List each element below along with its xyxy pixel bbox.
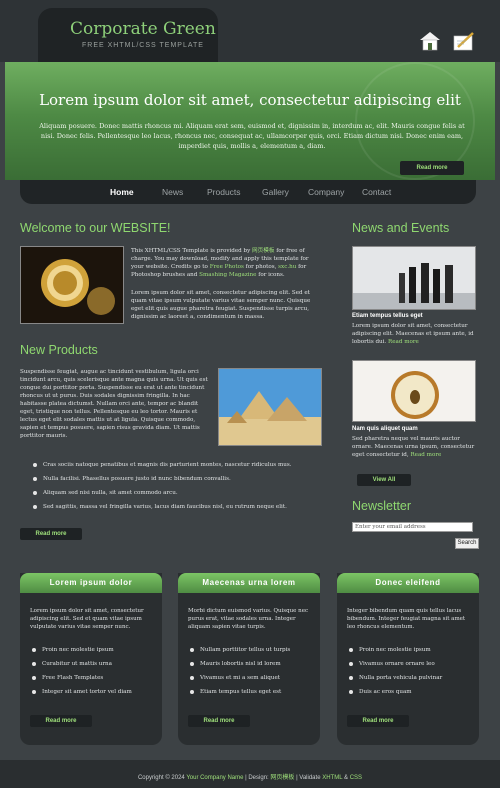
list-item: Aliquam sed nisi nulla, sit amet commodo…	[31, 489, 292, 503]
people-image	[353, 247, 475, 309]
products-image	[218, 368, 322, 446]
list-item: Curabitur ut mattis urna	[30, 660, 132, 674]
welcome-paragraph-2: Lorem ipsum dolor sit amet, consectetur …	[131, 290, 311, 320]
feature-box-1: Lorem ipsum dolor Lorem ipsum dolor sit …	[20, 573, 162, 745]
nav-item-home[interactable]: Home	[110, 187, 134, 197]
list-item: Proin nec molestie ipsum	[30, 646, 132, 660]
list-item: Etiam tempus tellus eget est	[188, 688, 290, 702]
news-item-2-text: Sed pharetra neque vel mauris auctor orn…	[352, 436, 475, 458]
feature-box-2-list: Nullam porttitor tellus ut turpis Mauris…	[188, 646, 290, 702]
products-paragraph: Suspendisse feugiat, augue ac tincidunt …	[20, 369, 208, 439]
list-item: Free Flash Templates	[30, 674, 132, 688]
feature-box-1-text: Lorem ipsum dolor sit amet, consectetur …	[30, 608, 144, 630]
banner-text: Aliquam posuere. Donec mattis rhoncus mi…	[39, 122, 465, 150]
feature-box-1-title: Lorem ipsum dolor	[20, 573, 162, 593]
newsletter-heading: Newsletter	[352, 499, 412, 513]
list-item: Duis ac eros quam	[347, 688, 442, 702]
news-item-2-read-more[interactable]: Read more	[410, 452, 441, 458]
link-smashing-magazine[interactable]: Smashing Magazine	[199, 272, 256, 278]
feature-box-3-read-more[interactable]: Read more	[347, 715, 409, 727]
list-item: Vivamus ornare ornare leo	[347, 660, 442, 674]
feature-box-2: Maecenas urna lorem Morbi dictum euismod…	[178, 573, 320, 745]
welcome-image	[20, 246, 124, 324]
gold-watch-image	[21, 247, 123, 323]
logo-subtitle: FREE XHTML/CSS TEMPLATE	[82, 42, 204, 49]
news-item-1-text: Lorem ipsum dolor sit amet, consectetur …	[352, 323, 474, 345]
page: Corporate Green FREE XHTML/CSS TEMPLATE …	[0, 0, 500, 788]
feature-box-3-text: Integer bibendum quam quis tellus lacus …	[347, 608, 466, 630]
view-all-button[interactable]: View All	[357, 474, 411, 486]
newsletter-search-button[interactable]: Search	[455, 538, 479, 549]
feature-box-2-title: Maecenas urna lorem	[178, 573, 320, 593]
products-list: Cras sociis natoque penatibus et magnis …	[31, 461, 292, 517]
link-free-photos[interactable]: Free Photos	[210, 264, 244, 270]
list-item: Nulla facilisi. Phasellus posuere justo …	[31, 475, 292, 489]
feature-box-1-read-more[interactable]: Read more	[30, 715, 92, 727]
apple-image	[353, 361, 475, 421]
edit-icon[interactable]	[452, 31, 476, 51]
news-item-1-title: Etiam tempus tellus eget	[352, 313, 423, 319]
news-item-2-title: Nam quis aliquet quam	[352, 426, 418, 432]
list-item: Nulla porta vehicula pulvinar	[347, 674, 442, 688]
news-image-2	[352, 360, 476, 422]
list-item: Cras sociis natoque penatibus et magnis …	[31, 461, 292, 475]
feature-box-2-text: Morbi dictum euismod varius. Quisque nec…	[188, 608, 309, 630]
newsletter-email-input[interactable]: Enter your email address	[352, 522, 473, 532]
link-sxc[interactable]: sxc.hu	[278, 264, 296, 270]
welcome-paragraph-1: This XHTML/CSS Template is provided by 网…	[131, 248, 309, 278]
footer-css-link[interactable]: CSS	[350, 775, 362, 781]
feature-box-3-list: Proin nec molestie ipsum Vivamus ornare …	[347, 646, 442, 702]
nav-item-contact[interactable]: Contact	[362, 187, 391, 197]
footer-design-link[interactable]: 网页模板	[270, 775, 294, 781]
banner-title: Lorem ipsum dolor sit amet, consectetur …	[39, 91, 461, 109]
footer-text: Copyright © 2024 Your Company Name | Des…	[137, 775, 363, 781]
feature-box-3-title: Donec eleifend	[337, 573, 479, 593]
pyramids-image	[219, 369, 321, 445]
list-item: Proin nec molestie ipsum	[347, 646, 442, 660]
products-heading: New Products	[20, 343, 98, 357]
news-item-1-read-more[interactable]: Read more	[388, 339, 419, 345]
nav-item-gallery[interactable]: Gallery	[262, 187, 289, 197]
feature-box-3: Donec eleifend Integer bibendum quam qui…	[337, 573, 479, 745]
footer-xhtml-link[interactable]: XHTML	[322, 775, 342, 781]
news-image-1	[352, 246, 476, 310]
welcome-heading: Welcome to our WEBSITE!	[20, 221, 171, 235]
list-item: Nullam porttitor tellus ut turpis	[188, 646, 290, 660]
nav-item-products[interactable]: Products	[207, 187, 241, 197]
banner-read-more-button[interactable]: Read more	[400, 161, 464, 175]
link-templates[interactable]: 网页模板	[252, 248, 274, 254]
nav-item-company[interactable]: Company	[308, 187, 344, 197]
home-icon[interactable]	[418, 31, 442, 51]
footer-company-link[interactable]: Your Company Name	[186, 775, 243, 781]
feature-box-1-list: Proin nec molestie ipsum Curabitur ut ma…	[30, 646, 132, 702]
products-read-more-button[interactable]: Read more	[20, 528, 82, 540]
feature-box-2-read-more[interactable]: Read more	[188, 715, 250, 727]
list-item: Vivamus et mi a sem aliquet	[188, 674, 290, 688]
list-item: Mauris lobortis nisl id lorem	[188, 660, 290, 674]
news-heading: News and Events	[352, 221, 450, 235]
list-item: Integer sit amet tortor vel diam	[30, 688, 132, 702]
nav-item-news[interactable]: News	[162, 187, 183, 197]
list-item: Sed sagittis, massa vel fringilla varius…	[31, 503, 292, 517]
main-nav	[20, 180, 476, 204]
logo-title[interactable]: Corporate Green	[70, 19, 216, 39]
